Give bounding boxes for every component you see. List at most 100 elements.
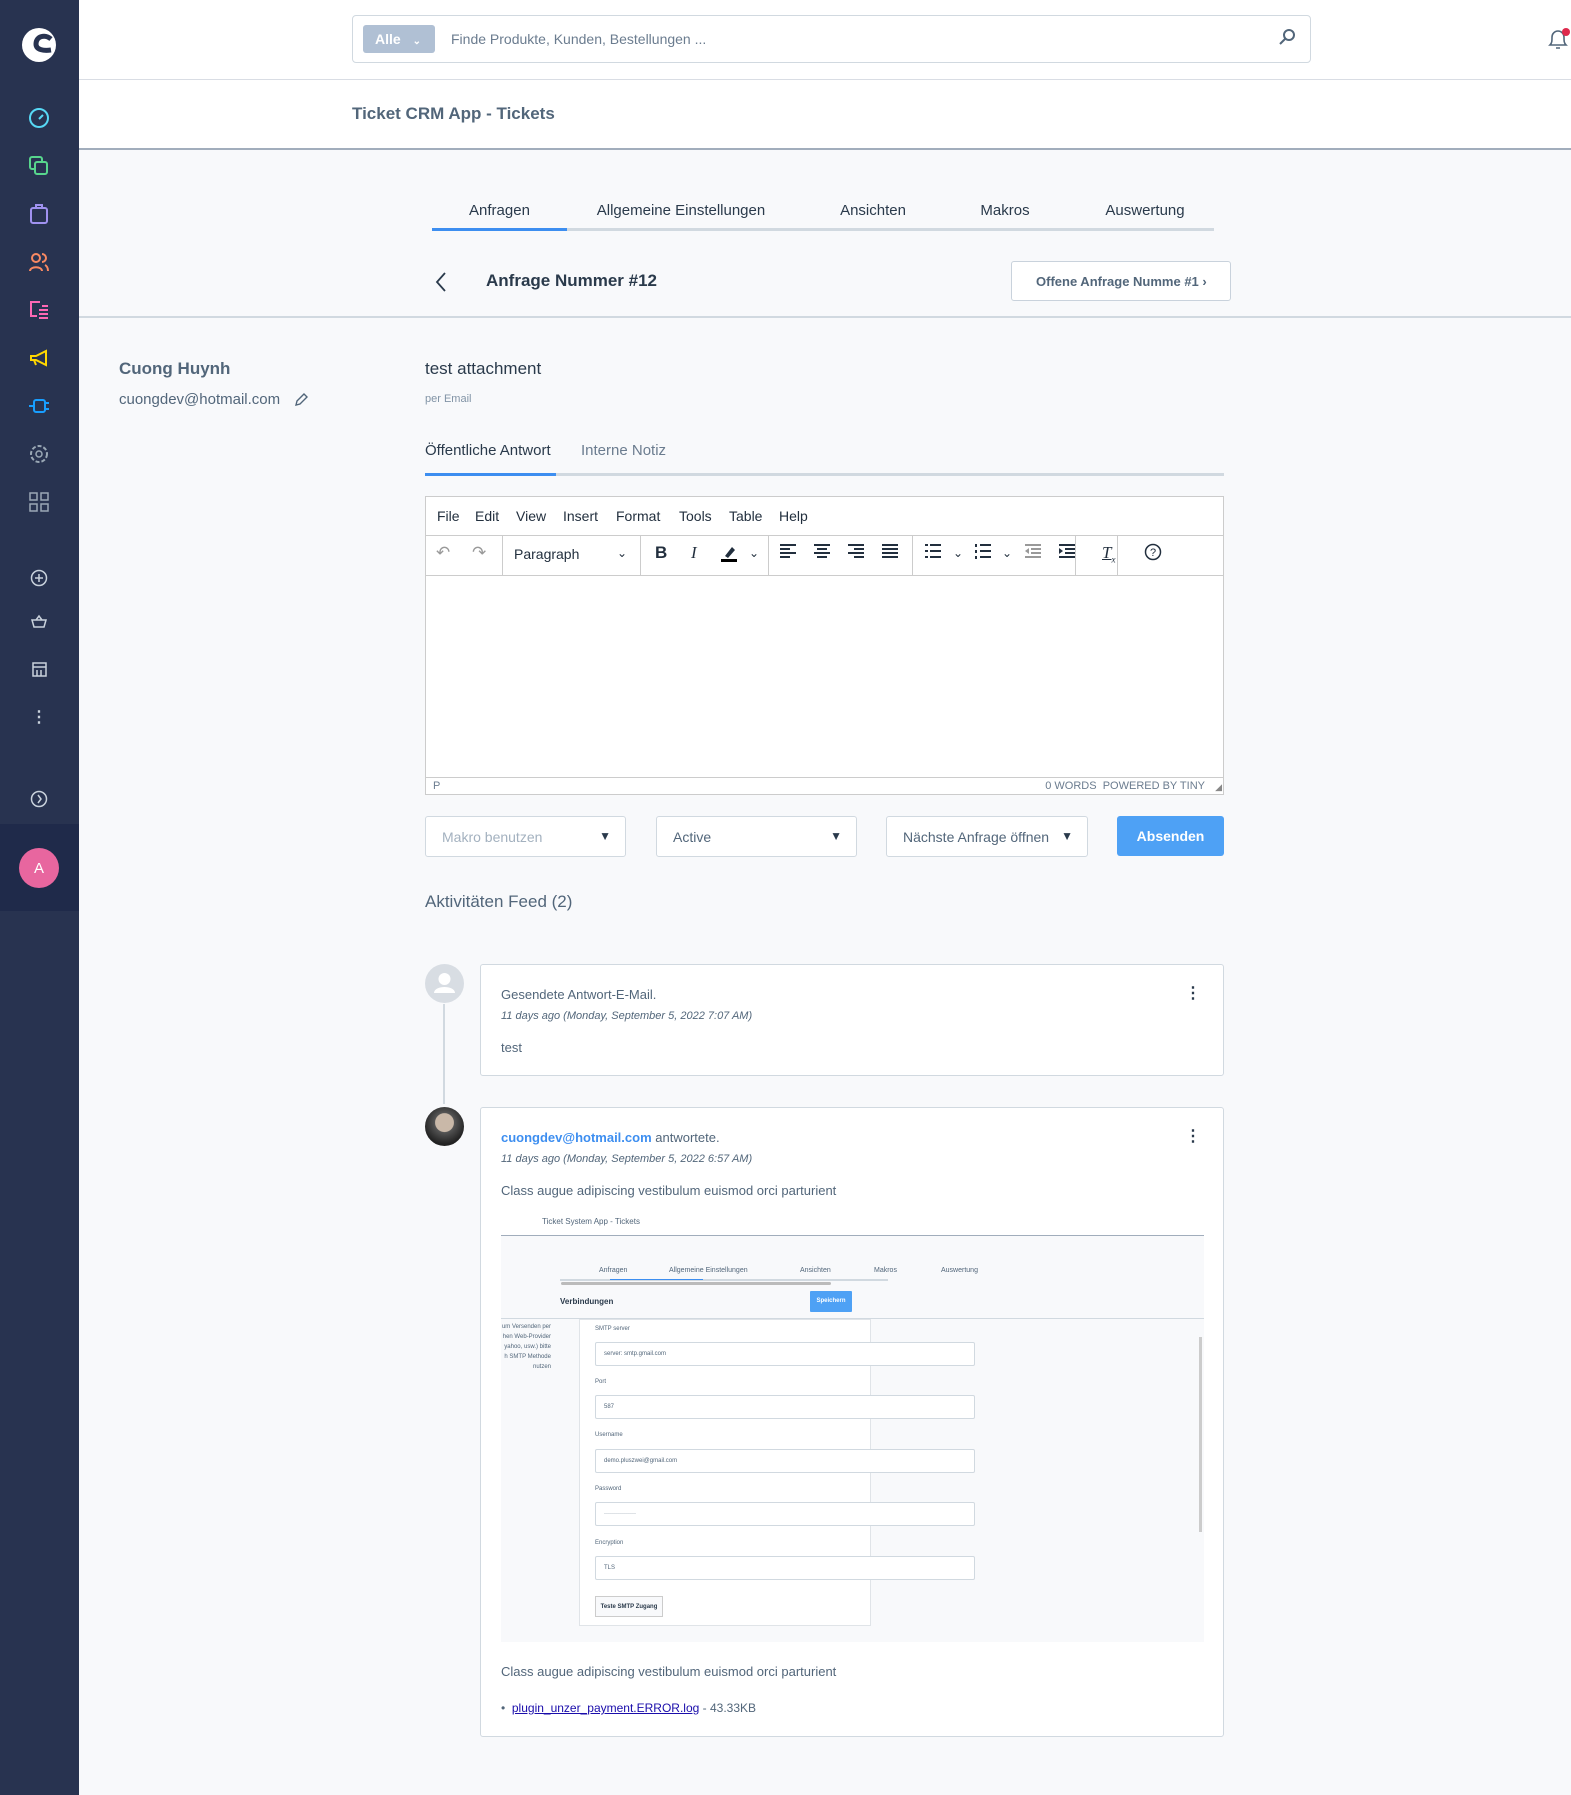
notification-bell-icon[interactable]	[1546, 26, 1570, 57]
menu-table[interactable]: Table	[729, 508, 762, 524]
menu-insert[interactable]: Insert	[563, 508, 598, 524]
search-input[interactable]: Finde Produkte, Kunden, Bestellungen ...	[451, 31, 706, 47]
powered-by-link[interactable]: POWERED BY TINY	[1103, 780, 1205, 792]
screenshot-field-label: SMTP server	[595, 1326, 630, 1332]
chevron-down-icon[interactable]: ⌄	[617, 546, 627, 560]
settings-icon[interactable]	[26, 441, 52, 467]
tab-makros[interactable]: Makros	[955, 202, 1055, 219]
search-scope-select[interactable]: Alle ⌄	[363, 25, 435, 53]
editor-element-path: P	[433, 780, 441, 792]
block-format-select[interactable]: Paragraph	[514, 546, 579, 562]
expand-icon[interactable]	[26, 786, 52, 812]
add-icon[interactable]	[26, 565, 52, 591]
screenshot-field-label: Encryption	[595, 1540, 624, 1546]
screenshot-field-label: Password	[595, 1486, 622, 1492]
customer-email: cuongdev@hotmail.com	[119, 391, 281, 408]
ticket-title: Anfrage Nummer #12	[486, 271, 658, 290]
bold-icon[interactable]: B	[655, 543, 667, 563]
send-button[interactable]: Absenden	[1117, 816, 1224, 856]
screenshot-save-button: Speichern	[810, 1291, 852, 1312]
screenshot-field-label: Username	[595, 1432, 623, 1438]
resize-handle-icon[interactable]: ◢	[1215, 782, 1222, 793]
back-chevron-icon[interactable]	[434, 271, 448, 298]
menu-tools[interactable]: Tools	[679, 508, 712, 524]
feed-item: Gesendete Antwort-E-Mail. 11 days ago (M…	[480, 964, 1224, 1076]
feed-author-link[interactable]: cuongdev@hotmail.com	[501, 1130, 652, 1145]
outdent-icon[interactable]	[1025, 543, 1043, 564]
dashboard-icon[interactable]	[26, 105, 52, 131]
align-right-icon[interactable]	[848, 543, 866, 564]
marketing-icon[interactable]	[26, 345, 52, 371]
word-count: 0 WORDS	[1045, 780, 1097, 792]
bullet-list-icon[interactable]	[925, 543, 943, 564]
content-icon[interactable]	[26, 297, 52, 323]
editor-content-area[interactable]	[426, 576, 1223, 777]
smart-bar: Ticket CRM App - Tickets	[79, 80, 1571, 150]
extensions-icon[interactable]	[26, 393, 52, 419]
catalogue-icon[interactable]	[26, 153, 52, 179]
ticket-subject: test attachment	[425, 359, 542, 378]
align-left-icon[interactable]	[780, 543, 798, 564]
timeline-line	[443, 1004, 445, 1104]
screenshot-tab: Ansichten	[800, 1267, 831, 1274]
search-icon[interactable]	[1278, 28, 1296, 51]
undo-icon[interactable]: ↶	[436, 543, 450, 563]
tab-public-reply[interactable]: Öffentliche Antwort	[425, 442, 551, 459]
chevron-down-icon: ▼	[830, 829, 842, 843]
search-scope-label: Alle	[375, 31, 401, 47]
next-open-ticket-button[interactable]: Offene Anfrage Numme #1 ›	[1011, 261, 1231, 301]
embedded-screenshot: Ticket System App - Tickets Anfragen All…	[501, 1206, 1204, 1642]
screenshot-test-button: Teste SMTP Zugang	[595, 1596, 663, 1617]
editor-status: 0 WORDS POWERED BY TINY	[1045, 780, 1205, 792]
menu-view[interactable]: View	[516, 508, 546, 524]
italic-icon[interactable]: I	[691, 543, 697, 563]
screenshot-tab: Allgemeine Einstellungen	[669, 1267, 748, 1274]
tab-anfragen[interactable]: Anfragen	[432, 202, 567, 219]
next-action-select[interactable]: Nächste Anfrage öffnen ▼	[886, 816, 1088, 857]
help-icon[interactable]: ?	[1144, 543, 1162, 566]
storefront-icon[interactable]	[26, 656, 52, 682]
more-options-icon[interactable]: ⋮	[1185, 1126, 1201, 1146]
tab-ansichten[interactable]: Ansichten	[820, 202, 926, 219]
more-options-icon[interactable]: ⋮	[1185, 983, 1201, 1003]
menu-format[interactable]: Format	[616, 508, 660, 524]
tab-internal-note[interactable]: Interne Notiz	[581, 442, 666, 459]
user-avatar[interactable]: A	[19, 848, 59, 888]
orders-icon[interactable]	[26, 201, 52, 227]
clear-formatting-icon[interactable]: Tx	[1102, 543, 1115, 564]
numbered-list-icon[interactable]	[975, 543, 993, 564]
macro-select[interactable]: Makro benutzen ▼	[425, 816, 626, 857]
status-select[interactable]: Active ▼	[656, 816, 857, 857]
global-search[interactable]: Alle ⌄ Finde Produkte, Kunden, Bestellun…	[352, 15, 1311, 63]
menu-file[interactable]: File	[437, 508, 460, 524]
menu-help[interactable]: Help	[779, 508, 808, 524]
align-center-icon[interactable]	[814, 543, 832, 564]
menu-edit[interactable]: Edit	[475, 508, 499, 524]
chevron-down-icon: ⌄	[412, 36, 421, 47]
align-justify-icon[interactable]	[882, 543, 900, 564]
highlight-color-icon[interactable]	[720, 543, 740, 568]
sales-channel-basket-icon[interactable]	[26, 609, 52, 635]
shopware-logo-icon[interactable]	[20, 26, 58, 64]
feed-item-action: antwortete.	[655, 1130, 720, 1145]
tab-auswertung[interactable]: Auswertung	[1090, 202, 1200, 219]
next-open-ticket-label: Offene Anfrage Numme #1	[1036, 274, 1199, 289]
tab-allgemeine-einstellungen[interactable]: Allgemeine Einstellungen	[567, 202, 795, 219]
chevron-down-icon[interactable]: ⌄	[953, 546, 963, 560]
page-title: Ticket CRM App - Tickets	[352, 104, 555, 123]
customers-icon[interactable]	[26, 249, 52, 275]
chevron-down-icon: ▼	[1061, 829, 1073, 843]
chevron-right-icon: ›	[1202, 274, 1207, 289]
attachment-size: - 43.33KB	[702, 1701, 757, 1715]
status-select-value: Active	[673, 829, 712, 845]
apps-icon[interactable]	[26, 489, 52, 515]
chevron-down-icon[interactable]: ⌄	[749, 546, 759, 560]
next-action-value: Nächste Anfrage öffnen	[903, 829, 1050, 845]
more-icon[interactable]: ⋮	[26, 704, 52, 730]
edit-pencil-icon[interactable]	[294, 393, 308, 412]
redo-icon[interactable]: ↷	[472, 543, 486, 563]
chevron-down-icon[interactable]: ⌄	[1002, 546, 1012, 560]
indent-icon[interactable]	[1059, 543, 1077, 564]
feed-item-headline: Gesendete Antwort-E-Mail.	[501, 987, 657, 1002]
attachment-link[interactable]: plugin_unzer_payment.ERROR.log	[512, 1701, 699, 1715]
